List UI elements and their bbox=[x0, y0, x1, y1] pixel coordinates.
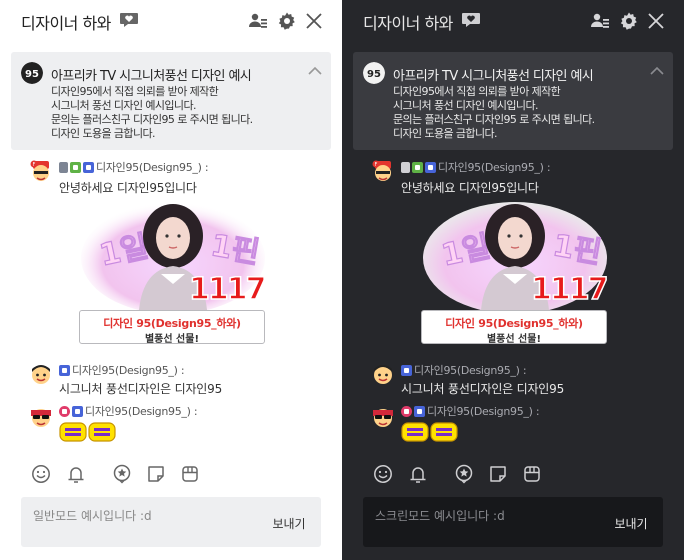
chevron-up-icon[interactable] bbox=[307, 66, 323, 76]
subscriber-badge-icon bbox=[72, 405, 83, 417]
user-nickname[interactable]: 디자인95(Design95_) : bbox=[85, 403, 198, 419]
close-icon[interactable] bbox=[304, 11, 324, 31]
notice-banner: 95 아프리카 TV 시그니처풍선 디자인 예시 디자인95에서 직접 의뢰를 … bbox=[11, 52, 331, 150]
notice-line: 시그니처 풍선 디자인 예시입니다. bbox=[393, 99, 538, 112]
gear-icon[interactable] bbox=[277, 11, 297, 31]
avatar-icon[interactable] bbox=[370, 361, 396, 387]
user-nickname[interactable]: 디자인95(Design95_) : bbox=[96, 159, 209, 175]
mobile-badge-icon bbox=[401, 161, 410, 173]
chevron-up-icon[interactable] bbox=[649, 66, 665, 76]
chat-composer: 보내기 bbox=[21, 497, 321, 547]
profile-list-icon[interactable] bbox=[248, 11, 268, 31]
bell-icon[interactable] bbox=[408, 464, 428, 484]
send-button[interactable]: 보내기 bbox=[603, 513, 659, 533]
svg-text:95: 95 bbox=[25, 69, 39, 80]
smile-icon[interactable] bbox=[373, 464, 393, 484]
bell-icon[interactable] bbox=[66, 464, 86, 484]
balloon-gift-text: 별풍선 선물! bbox=[144, 334, 200, 345]
fan-badge-icon bbox=[412, 161, 423, 173]
gear-icon[interactable] bbox=[619, 11, 639, 31]
subscriber-badge-icon bbox=[59, 364, 70, 376]
balloon-gift-text: 별풍선 선물! bbox=[486, 334, 542, 345]
subscriber-badge-icon bbox=[414, 405, 425, 417]
message-header: 디자인95(Design95_) : bbox=[59, 362, 185, 378]
chat-panel-dark: 디자이너 하와 95 아프리카 TV 시그니처풍선 디자인 예시 디자인95에서… bbox=[342, 0, 684, 560]
notice-title: 아프리카 TV 시그니처풍선 디자인 예시 bbox=[51, 69, 252, 84]
notice-title: 아프리카 TV 시그니처풍선 디자인 예시 bbox=[393, 69, 594, 84]
emoticon-sticker-icon bbox=[401, 422, 458, 442]
avatar-fan-icon[interactable]: F bbox=[28, 158, 54, 184]
chat-panel-light: 디자이너 하와 95 아프리카 TV 시그니처풍선 디자인 예시 디자인95에서… bbox=[0, 0, 342, 560]
balloon-card: 디자인 95(Design95_하와) 별풍선 선물! bbox=[421, 310, 607, 345]
notice-line: 문의는 플러스친구 디자인95 로 주시면 됩니다. bbox=[51, 113, 253, 126]
message-header: 디자인95(Design95_) : bbox=[401, 362, 527, 378]
notice-banner: 95 아프리카 TV 시그니처풍선 디자인 예시 디자인95에서 직접 의뢰를 … bbox=[353, 52, 673, 150]
message-text: 시그니처 풍선디자인은 디자인95 bbox=[59, 382, 223, 396]
chat-toolbar bbox=[342, 458, 684, 488]
message-header: 디자인95(Design95_) : bbox=[59, 159, 209, 175]
user-nickname[interactable]: 디자인95(Design95_) : bbox=[72, 362, 185, 378]
avatar-fan-icon[interactable]: F bbox=[370, 158, 396, 184]
design95-logo: 95 bbox=[21, 62, 43, 84]
message-header: 디자인95(Design95_) : bbox=[401, 159, 551, 175]
star-badge-icon[interactable] bbox=[454, 464, 474, 484]
star-badge-icon[interactable] bbox=[112, 464, 132, 484]
chat-title: 디자이너 하와 bbox=[21, 14, 111, 33]
message-text: 안녕하세요 디자인95입니다 bbox=[401, 181, 539, 195]
subscriber-badge-icon bbox=[83, 161, 94, 173]
message-header: 디자인95(Design95_) : bbox=[401, 403, 540, 419]
notice-line: 디자인 도용을 금합니다. bbox=[51, 127, 155, 140]
svg-text:95: 95 bbox=[367, 69, 381, 80]
message-header: 디자인95(Design95_) : bbox=[59, 403, 198, 419]
avatar-vip-icon[interactable] bbox=[28, 403, 54, 429]
mobile-badge-icon bbox=[59, 161, 68, 173]
signature-balloon: 1일 1핀 1117 디자인 95(Design95_하와) 별풍선 선물! bbox=[421, 198, 609, 346]
send-button[interactable]: 보내기 bbox=[261, 513, 317, 533]
profile-list-icon[interactable] bbox=[590, 11, 610, 31]
chat-title: 디자이너 하와 bbox=[363, 14, 453, 33]
user-nickname[interactable]: 디자인95(Design95_) : bbox=[438, 159, 551, 175]
avatar-vip-icon[interactable] bbox=[370, 403, 396, 429]
chat-header: 디자이너 하와 bbox=[0, 0, 342, 42]
balloon-count: 1117 bbox=[188, 271, 267, 308]
subscriber-badge-icon bbox=[425, 161, 436, 173]
chat-composer: 보내기 bbox=[363, 497, 663, 547]
balloon-sender-name: 디자인 95(Design95_하와) bbox=[103, 317, 241, 330]
balloon-card: 디자인 95(Design95_하와) 별풍선 선물! bbox=[79, 310, 265, 345]
gift-box-icon[interactable] bbox=[180, 464, 200, 484]
message-text: 시그니처 풍선디자인은 디자인95 bbox=[401, 382, 565, 396]
notice-line: 디자인 도용을 금합니다. bbox=[393, 127, 497, 140]
subscriber-badge-icon bbox=[401, 364, 412, 376]
chat-bubble-heart-icon bbox=[462, 13, 480, 27]
chat-toolbar bbox=[0, 458, 342, 488]
balloon-count: 1117 bbox=[530, 271, 609, 308]
sticker-icon[interactable] bbox=[488, 464, 508, 484]
smile-icon[interactable] bbox=[31, 464, 51, 484]
emoticon-sticker-icon bbox=[59, 422, 116, 442]
svg-text:F: F bbox=[375, 162, 378, 168]
message-text: 안녕하세요 디자인95입니다 bbox=[59, 181, 197, 195]
avatar-icon[interactable] bbox=[28, 361, 54, 387]
design95-logo: 95 bbox=[363, 62, 385, 84]
gift-box-icon[interactable] bbox=[522, 464, 542, 484]
user-nickname[interactable]: 디자인95(Design95_) : bbox=[427, 403, 540, 419]
balloon-sender-name: 디자인 95(Design95_하와) bbox=[445, 317, 583, 330]
signature-balloon: 1일 1핀 1117 디자인 95(Design95_하와) 별풍선 선물! bbox=[79, 198, 267, 346]
close-icon[interactable] bbox=[646, 11, 666, 31]
notice-line: 문의는 플러스친구 디자인95 로 주시면 됩니다. bbox=[393, 113, 595, 126]
sticker-icon[interactable] bbox=[146, 464, 166, 484]
fan-badge-icon bbox=[70, 161, 81, 173]
chat-header: 디자이너 하와 bbox=[342, 0, 684, 42]
chat-bubble-heart-icon bbox=[120, 13, 138, 27]
notice-line: 디자인95에서 직접 의뢰를 받아 제작한 bbox=[51, 85, 219, 98]
notice-line: 디자인95에서 직접 의뢰를 받아 제작한 bbox=[393, 85, 561, 98]
svg-text:F: F bbox=[33, 162, 36, 168]
user-nickname[interactable]: 디자인95(Design95_) : bbox=[414, 362, 527, 378]
vip-badge-icon bbox=[401, 405, 412, 417]
chat-input[interactable] bbox=[375, 507, 595, 525]
notice-line: 시그니처 풍선 디자인 예시입니다. bbox=[51, 99, 196, 112]
vip-badge-icon bbox=[59, 405, 70, 417]
chat-input[interactable] bbox=[33, 507, 253, 525]
